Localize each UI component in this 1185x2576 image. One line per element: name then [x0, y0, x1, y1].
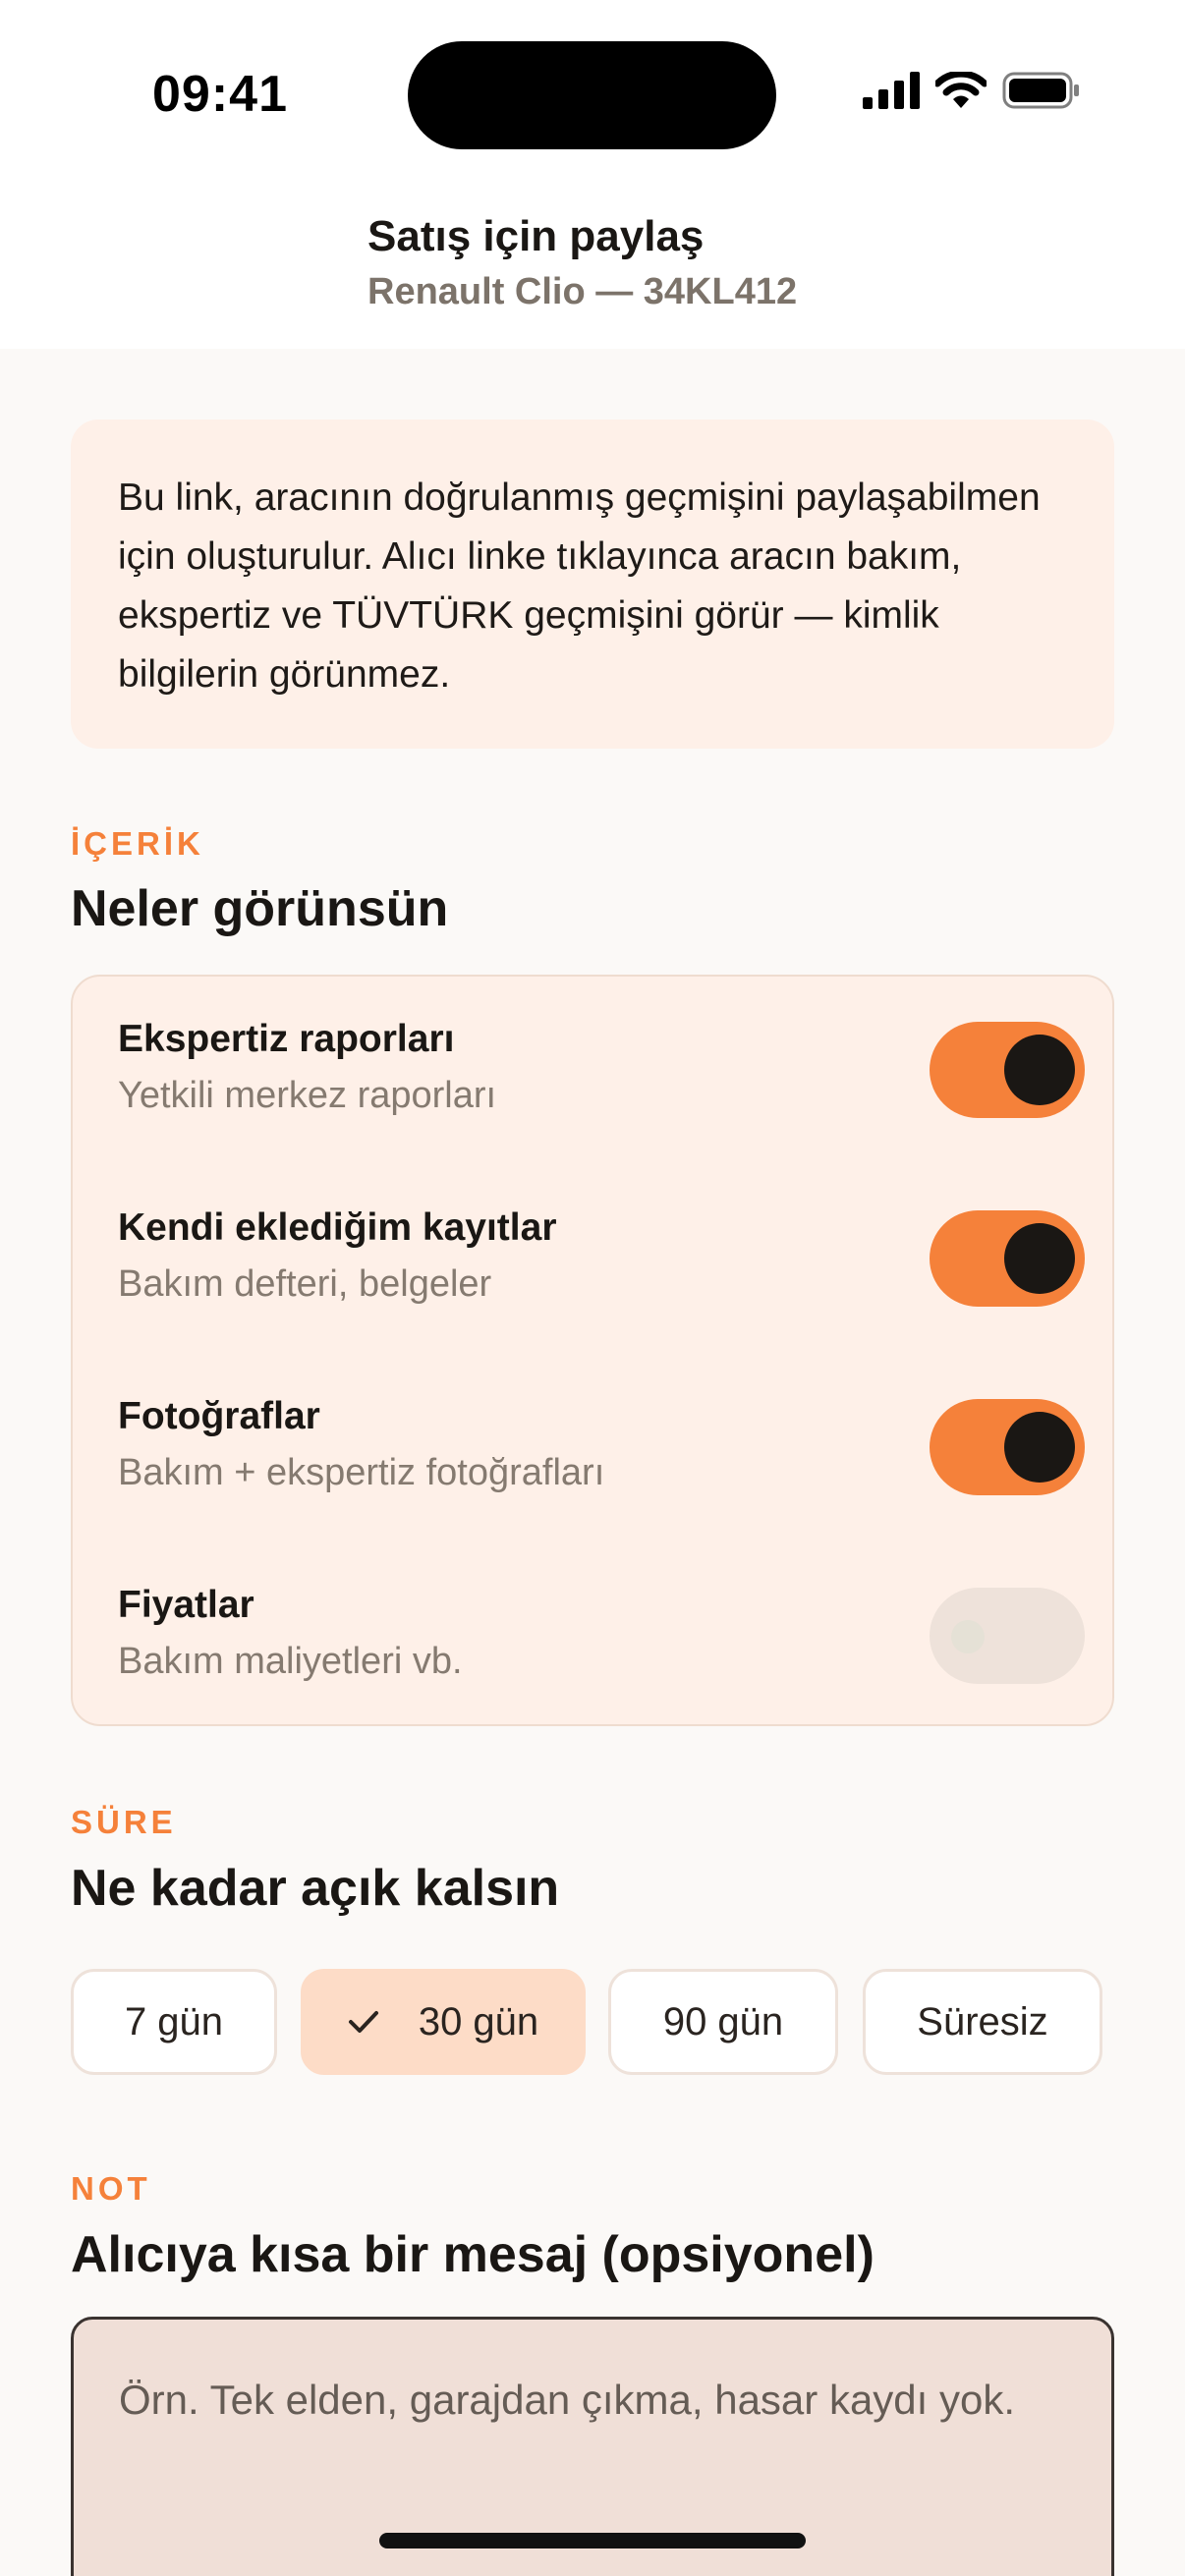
toggle-row-own-records[interactable]: Kendi eklediğim kayıtlar Bakım defteri, … — [118, 1206, 1085, 1324]
own-records-toggle[interactable] — [930, 1210, 1085, 1307]
info-card: Bu link, aracının doğrulanmış geçmişini … — [71, 420, 1114, 749]
note-placeholder: Örn. Tek elden, garajdan çıkma, hasar ka… — [119, 2377, 1016, 2423]
toggle-label: Kendi eklediğim kayıtlar — [118, 1206, 557, 1249]
duration-options: 7 gün 30 gün 90 gün Süresiz — [71, 1969, 1114, 2075]
page-title: Satış için paylaş — [367, 212, 705, 260]
status-icons — [863, 70, 1081, 115]
content-eyebrow: İÇERİK — [71, 825, 204, 862]
toggle-label: Ekspertiz raporları — [118, 1018, 455, 1060]
chip-label: Süresiz — [917, 1999, 1048, 2044]
battery-icon — [1002, 71, 1081, 115]
toggle-knob — [951, 1620, 985, 1653]
duration-option-30-days[interactable]: 30 gün — [301, 1969, 586, 2075]
toggle-knob — [1004, 1035, 1075, 1105]
toggle-knob — [1004, 1223, 1075, 1294]
dynamic-island — [408, 41, 776, 149]
toggle-description: Bakım defteri, belgeler — [118, 1263, 492, 1305]
toggle-label: Fotoğraflar — [118, 1395, 320, 1437]
home-indicator — [379, 2533, 806, 2548]
toggle-description: Yetkili merkez raporları — [118, 1075, 497, 1116]
vehicle-subtitle: Renault Clio — 34KL412 — [367, 271, 798, 312]
content-section-title: Neler görünsün — [71, 880, 449, 937]
status-bar: 09:41 — [0, 0, 1185, 187]
nav-header: Satış için paylaş Renault Clio — 34KL412 — [0, 187, 1185, 349]
toggle-description: Bakım + ekspertiz fotoğrafları — [118, 1452, 605, 1493]
toggle-knob — [1004, 1412, 1075, 1483]
wifi-icon — [933, 70, 988, 114]
toggle-row-prices[interactable]: Fiyatlar Bakım maliyetleri vb. — [118, 1584, 1085, 1702]
chip-label: 7 gün — [124, 1999, 224, 2044]
duration-option-7-days[interactable]: 7 gün — [71, 1969, 277, 2075]
toggle-label: Fiyatlar — [118, 1584, 254, 1626]
duration-eyebrow: SÜRE — [71, 1804, 177, 1840]
chip-label: 90 gün — [662, 1999, 784, 2044]
status-time: 09:41 — [152, 66, 288, 123]
duration-option-90-days[interactable]: 90 gün — [608, 1969, 838, 2075]
cellular-signal-icon — [863, 72, 920, 114]
toggle-row-photos[interactable]: Fotoğraflar Bakım + ekspertiz fotoğrafla… — [118, 1395, 1085, 1513]
expertise-reports-toggle[interactable] — [930, 1022, 1085, 1118]
toggle-description: Bakım maliyetleri vb. — [118, 1641, 463, 1682]
duration-section-title: Ne kadar açık kalsın — [71, 1860, 560, 1917]
check-icon — [348, 2009, 379, 2035]
toggle-row-expertise[interactable]: Ekspertiz raporları Yetkili merkez rapor… — [118, 1018, 1085, 1136]
note-section-title: Alıcıya kısa bir mesaj (opsiyonel) — [71, 2226, 875, 2283]
content-toggle-card: Ekspertiz raporları Yetkili merkez rapor… — [71, 975, 1114, 1726]
duration-option-unlimited[interactable]: Süresiz — [863, 1969, 1102, 2075]
note-eyebrow: NOT — [71, 2170, 151, 2207]
chip-label: 30 gün — [418, 1999, 539, 2044]
photos-toggle[interactable] — [930, 1399, 1085, 1495]
info-text: Bu link, aracının doğrulanmış geçmişini … — [118, 476, 1041, 696]
prices-toggle[interactable] — [930, 1588, 1085, 1684]
